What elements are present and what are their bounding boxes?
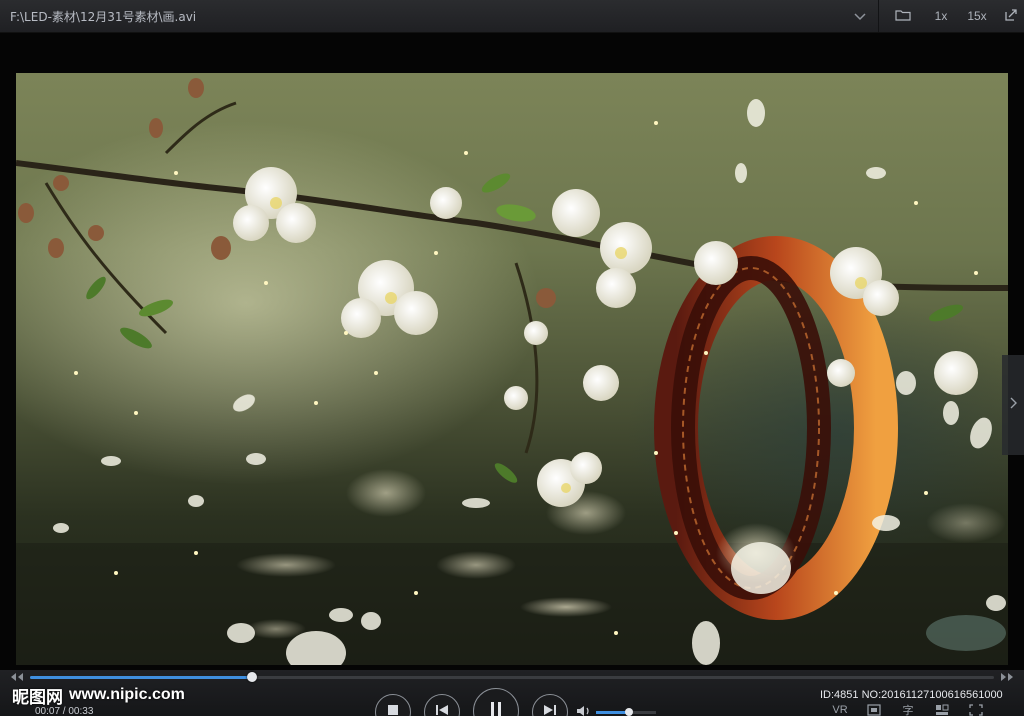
previous-button[interactable] xyxy=(424,694,460,716)
video-scene xyxy=(16,78,1008,665)
volume-thumb[interactable] xyxy=(625,708,633,716)
playlist-button[interactable] xyxy=(932,704,952,716)
seek-forward-icon[interactable] xyxy=(998,670,1016,684)
stop-icon xyxy=(387,703,399,716)
watermark-brand: 昵图网 xyxy=(12,687,63,707)
fullscreen-button[interactable] xyxy=(966,704,986,716)
previous-icon xyxy=(435,703,449,716)
chevron-right-icon xyxy=(1008,396,1018,415)
seek-thumb[interactable] xyxy=(246,672,257,682)
screenshot-icon xyxy=(1004,8,1018,25)
volume-slider[interactable] xyxy=(596,708,656,716)
stop-button[interactable] xyxy=(375,694,411,716)
volume-icon[interactable] xyxy=(576,704,592,716)
seek-progress xyxy=(30,676,252,679)
pause-button[interactable] xyxy=(473,688,519,716)
video-frame[interactable] xyxy=(16,73,1008,665)
subtitle-button[interactable]: 字 xyxy=(898,704,918,716)
video-player-window: F:\LED-素材\12月31号素材\画.avi 1x 15x 昵图网 www.… xyxy=(0,0,1024,716)
open-folder-button[interactable] xyxy=(888,0,918,32)
video-area[interactable] xyxy=(0,33,1024,670)
right-tools: VR 字 xyxy=(830,704,986,716)
fullscreen-window-button[interactable] xyxy=(864,704,884,716)
next-icon xyxy=(543,703,557,716)
vr-button[interactable]: VR xyxy=(830,704,850,716)
seek-bar[interactable] xyxy=(30,672,994,682)
speed-15x-button[interactable]: 15x xyxy=(962,0,992,32)
chevron-down-icon[interactable] xyxy=(852,8,868,24)
pause-icon xyxy=(489,701,503,716)
next-button[interactable] xyxy=(532,694,568,716)
screenshot-button[interactable] xyxy=(996,0,1024,32)
speed-1x-button[interactable]: 1x xyxy=(926,0,956,32)
title-bar: F:\LED-素材\12月31号素材\画.avi 1x 15x xyxy=(0,0,1024,33)
watermark: 昵图网 www.nipic.com xyxy=(12,684,185,707)
title-divider xyxy=(878,0,879,32)
side-panel-toggle[interactable] xyxy=(1002,355,1024,455)
time-display: 00:07 / 00:33 xyxy=(35,706,94,716)
playback-controls: 昵图网 www.nipic.com 00:07 / 00:33 ID:4851 … xyxy=(0,670,1024,716)
media-id-info: ID:4851 NO:20161127100616561000 xyxy=(820,689,1003,701)
file-path-title: F:\LED-素材\12月31号素材\画.avi xyxy=(10,10,197,24)
title-toolbar: 1x 15x xyxy=(888,0,1024,32)
watermark-site: www.nipic.com xyxy=(69,686,185,703)
folder-icon xyxy=(895,8,911,25)
